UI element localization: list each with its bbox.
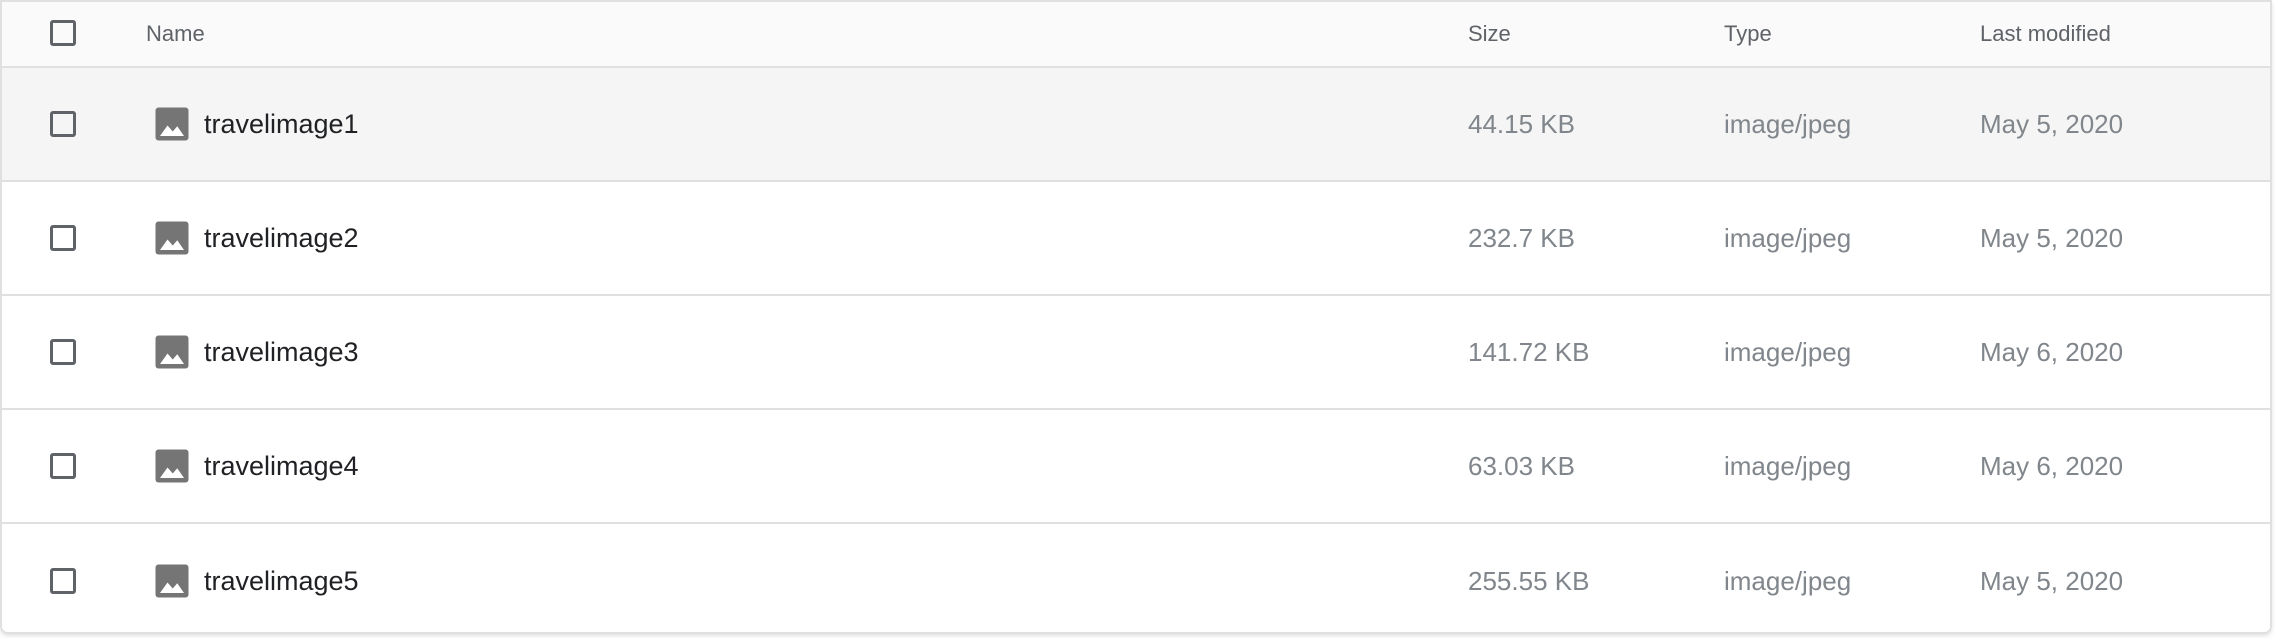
table-header: Name Size Type Last modified bbox=[2, 2, 2270, 68]
row-checkbox[interactable] bbox=[50, 568, 76, 594]
image-icon bbox=[155, 449, 189, 483]
file-size: 63.03 KB bbox=[1468, 450, 1575, 481]
column-header-type[interactable]: Type bbox=[1724, 2, 1772, 66]
file-type: image/jpeg bbox=[1724, 450, 1852, 481]
image-icon bbox=[155, 564, 189, 598]
file-last-modified: May 5, 2020 bbox=[1980, 222, 2124, 253]
row-checkbox[interactable] bbox=[50, 225, 76, 251]
column-header-name[interactable]: Name bbox=[146, 2, 205, 66]
column-header-last-modified[interactable]: Last modified bbox=[1980, 2, 2111, 66]
file-name-link[interactable]: travelimage1 bbox=[204, 109, 359, 140]
table-row[interactable]: travelimage4 63.03 KB image/jpeg May 6, … bbox=[2, 410, 2270, 524]
file-size: 141.72 KB bbox=[1468, 336, 1590, 367]
table-row[interactable]: travelimage3 141.72 KB image/jpeg May 6,… bbox=[2, 296, 2270, 410]
file-type: image/jpeg bbox=[1724, 565, 1852, 596]
file-size: 44.15 KB bbox=[1468, 108, 1575, 139]
select-all-checkbox[interactable] bbox=[50, 20, 76, 46]
file-size: 255.55 KB bbox=[1468, 565, 1590, 596]
file-last-modified: May 6, 2020 bbox=[1980, 450, 2124, 481]
file-last-modified: May 6, 2020 bbox=[1980, 336, 2124, 367]
row-checkbox[interactable] bbox=[50, 339, 76, 365]
file-size: 232.7 KB bbox=[1468, 222, 1575, 253]
file-name-link[interactable]: travelimage4 bbox=[204, 451, 359, 482]
file-table: Name Size Type Last modified travelimage… bbox=[0, 0, 2272, 634]
column-header-size[interactable]: Size bbox=[1468, 2, 1511, 66]
file-type: image/jpeg bbox=[1724, 108, 1852, 139]
image-icon bbox=[155, 107, 189, 141]
image-icon bbox=[155, 335, 189, 369]
image-icon bbox=[155, 221, 189, 255]
file-last-modified: May 5, 2020 bbox=[1980, 565, 2124, 596]
file-name-link[interactable]: travelimage3 bbox=[204, 337, 359, 368]
row-checkbox[interactable] bbox=[50, 111, 76, 137]
file-type: image/jpeg bbox=[1724, 222, 1852, 253]
file-type: image/jpeg bbox=[1724, 336, 1852, 367]
row-checkbox[interactable] bbox=[50, 453, 76, 479]
file-name-link[interactable]: travelimage2 bbox=[204, 223, 359, 254]
file-last-modified: May 5, 2020 bbox=[1980, 108, 2124, 139]
table-row[interactable]: travelimage2 232.7 KB image/jpeg May 5, … bbox=[2, 182, 2270, 296]
table-row[interactable]: travelimage1 44.15 KB image/jpeg May 5, … bbox=[2, 68, 2270, 182]
file-name-link[interactable]: travelimage5 bbox=[204, 566, 359, 597]
table-row[interactable]: travelimage5 255.55 KB image/jpeg May 5,… bbox=[2, 524, 2270, 632]
